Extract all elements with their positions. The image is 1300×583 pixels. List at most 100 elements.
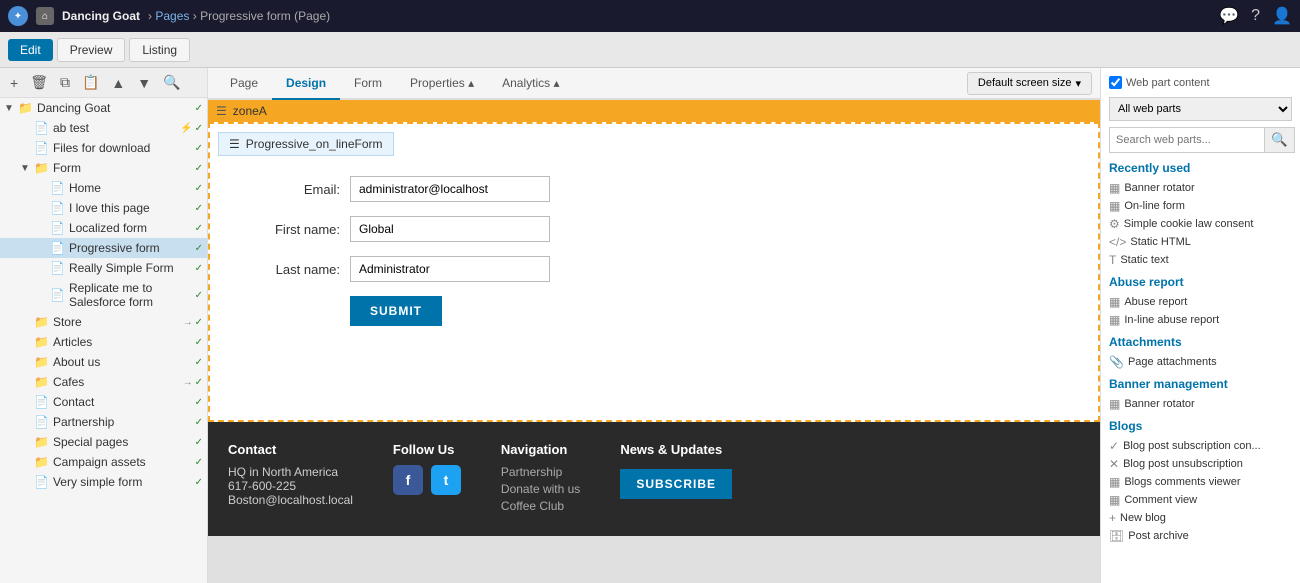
sidebar-item-label: Really Simple Form bbox=[69, 261, 193, 275]
footer-nav-coffee[interactable]: Coffee Club bbox=[501, 499, 580, 513]
sidebar-search-button[interactable]: 🔍 bbox=[159, 72, 184, 93]
top-bar: ✦ ⌂ Dancing Goat › Pages › Progressive f… bbox=[0, 0, 1300, 32]
sidebar-up-button[interactable]: ▲ bbox=[107, 73, 129, 93]
status-badge: ✓ bbox=[195, 203, 203, 214]
sidebar-item-campaign[interactable]: 📁 Campaign assets ✓ bbox=[0, 452, 207, 472]
webpart-page-attachments[interactable]: 📎 Page attachments bbox=[1109, 353, 1292, 371]
sidebar-item-store[interactable]: 📁 Store → ✓ bbox=[0, 312, 207, 332]
email-input[interactable] bbox=[350, 176, 550, 202]
twitter-icon[interactable]: t bbox=[431, 465, 461, 495]
sidebar-item-files[interactable]: 📄 Files for download ✓ bbox=[0, 138, 207, 158]
sidebar-item-progressive-form[interactable]: 📄 Progressive form ✓ bbox=[0, 238, 207, 258]
webpart-blog-unsubscription[interactable]: ✕ Blog post unsubscription bbox=[1109, 455, 1292, 473]
sidebar-item-cafes[interactable]: 📁 Cafes → ✓ bbox=[0, 372, 207, 392]
sidebar-item-articles[interactable]: 📁 Articles ✓ bbox=[0, 332, 207, 352]
sidebar-item-localized[interactable]: 📄 Localized form ✓ bbox=[0, 218, 207, 238]
breadcrumb-pages[interactable]: Pages bbox=[155, 9, 189, 23]
webpart-cookie-consent[interactable]: ⚙ Simple cookie law consent bbox=[1109, 215, 1292, 233]
webpart-comment-view[interactable]: ▦ Comment view bbox=[1109, 491, 1292, 509]
tab-analytics[interactable]: Analytics ▴ bbox=[488, 68, 573, 100]
sidebar-add-button[interactable]: + bbox=[6, 73, 22, 93]
status-badge: ✓ bbox=[195, 437, 203, 448]
webpart-blogs-comments[interactable]: ▦ Blogs comments viewer bbox=[1109, 473, 1292, 491]
layout-icon: ▦ bbox=[1109, 397, 1120, 411]
screen-size-button[interactable]: Default screen size ▾ bbox=[967, 72, 1092, 95]
zone-move-icon[interactable]: ☰ bbox=[216, 104, 227, 118]
webpart-banner-rotator-1[interactable]: ▦ Banner rotator bbox=[1109, 179, 1292, 197]
webpart-banner-rotator-2[interactable]: ▦ Banner rotator bbox=[1109, 395, 1292, 413]
sidebar-item-really-simple[interactable]: 📄 Really Simple Form ✓ bbox=[0, 258, 207, 278]
sidebar-item-contact[interactable]: 📄 Contact ✓ bbox=[0, 392, 207, 412]
sidebar-copy-button[interactable]: ⧉ bbox=[56, 72, 74, 93]
help-icon[interactable]: ? bbox=[1251, 7, 1260, 25]
widget-header[interactable]: ☰ Progressive_on_lineForm bbox=[218, 132, 394, 156]
sidebar-item-label: Home bbox=[69, 181, 193, 195]
status-badge: ✓ bbox=[195, 457, 203, 468]
folder-icon: 📁 bbox=[34, 355, 49, 369]
layout-icon: ▦ bbox=[1109, 181, 1120, 195]
folder-icon: 📁 bbox=[34, 435, 49, 449]
sidebar-item-replicate[interactable]: 📄 Replicate me to Salesforce form ✓ bbox=[0, 278, 207, 312]
expand-icon: ▼ bbox=[20, 163, 32, 174]
page-icon: 📄 bbox=[50, 241, 65, 255]
center-content: Page Design Form Properties ▴ Analytics … bbox=[208, 68, 1100, 583]
webpart-abuse-report[interactable]: ▦ Abuse report bbox=[1109, 293, 1292, 311]
sidebar-item-form[interactable]: ▼ 📁 Form ✓ bbox=[0, 158, 207, 178]
webpart-static-text[interactable]: T Static text bbox=[1109, 251, 1292, 269]
webpart-post-archive[interactable]: 🗄 Post archive bbox=[1109, 527, 1292, 545]
webpart-label: Static HTML bbox=[1130, 236, 1191, 248]
sidebar-item-special[interactable]: 📁 Special pages ✓ bbox=[0, 432, 207, 452]
text-icon: T bbox=[1109, 253, 1116, 267]
search-input[interactable] bbox=[1109, 127, 1264, 153]
page-icon: 📄 bbox=[50, 181, 65, 195]
sidebar-paste-button[interactable]: 📋 bbox=[78, 72, 103, 93]
webpart-new-blog[interactable]: + New blog bbox=[1109, 509, 1292, 527]
sidebar-item-very-simple[interactable]: 📄 Very simple form ✓ bbox=[0, 472, 207, 492]
attachments-title: Attachments bbox=[1109, 335, 1292, 349]
sidebar-item-label: Very simple form bbox=[53, 475, 193, 489]
tab-design[interactable]: Design bbox=[272, 68, 340, 100]
sidebar-item-label: Articles bbox=[53, 335, 193, 349]
footer-nav-donate[interactable]: Donate with us bbox=[501, 482, 580, 496]
webpart-blog-subscription[interactable]: ✓ Blog post subscription con... bbox=[1109, 437, 1292, 455]
search-button[interactable]: 🔍 bbox=[1264, 127, 1295, 153]
edit-button[interactable]: Edit bbox=[8, 39, 53, 61]
home-icon[interactable]: ⌂ bbox=[36, 7, 54, 25]
tab-properties[interactable]: Properties ▴ bbox=[396, 68, 488, 100]
subscribe-button[interactable]: SUBSCRIBE bbox=[620, 469, 732, 499]
sidebar-item-i-love-this[interactable]: 📄 I love this page ✓ bbox=[0, 198, 207, 218]
submit-button[interactable]: SUBMIT bbox=[350, 296, 442, 326]
sidebar-delete-button[interactable]: 🗑 bbox=[26, 72, 52, 93]
webpart-content-checkbox[interactable] bbox=[1109, 76, 1122, 89]
tab-form[interactable]: Form bbox=[340, 68, 396, 100]
firstname-input[interactable] bbox=[350, 216, 550, 242]
footer-contact-title: Contact bbox=[228, 442, 353, 457]
chat-icon[interactable]: 💬 bbox=[1219, 6, 1239, 26]
sidebar-item-about-us[interactable]: 📁 About us ✓ bbox=[0, 352, 207, 372]
site-name: Dancing Goat bbox=[62, 9, 140, 23]
listing-button[interactable]: Listing bbox=[129, 38, 190, 62]
preview-button[interactable]: Preview bbox=[57, 38, 126, 62]
sidebar-item-home[interactable]: 📄 Home ✓ bbox=[0, 178, 207, 198]
sidebar-item-ab-test[interactable]: 📄 ab test ⚡ ✓ bbox=[0, 118, 207, 138]
lastname-input[interactable] bbox=[350, 256, 550, 282]
search-row: 🔍 bbox=[1109, 127, 1292, 153]
sidebar-item-dancing-goat[interactable]: ▼ 📁 Dancing Goat ✓ bbox=[0, 98, 207, 118]
footer-follow: Follow Us f t bbox=[393, 442, 461, 516]
tab-page[interactable]: Page bbox=[216, 68, 272, 100]
footer-nav-partnership[interactable]: Partnership bbox=[501, 465, 580, 479]
webpart-static-html[interactable]: </> Static HTML bbox=[1109, 233, 1292, 251]
webpart-online-form[interactable]: ▦ On-line form bbox=[1109, 197, 1292, 215]
status-badge: ✓ bbox=[195, 290, 203, 301]
webpart-inline-abuse[interactable]: ▦ In-line abuse report bbox=[1109, 311, 1292, 329]
sidebar-down-button[interactable]: ▼ bbox=[133, 73, 155, 93]
folder-icon: 📁 bbox=[34, 161, 49, 175]
sidebar-item-partnership[interactable]: 📄 Partnership ✓ bbox=[0, 412, 207, 432]
webpart-label: Post archive bbox=[1128, 530, 1189, 542]
webpart-label: In-line abuse report bbox=[1124, 314, 1219, 326]
facebook-icon[interactable]: f bbox=[393, 465, 423, 495]
webparts-dropdown[interactable]: All web parts bbox=[1109, 97, 1292, 121]
edit-toolbar: Edit Preview Listing bbox=[0, 32, 1300, 68]
status-badge: ✓ bbox=[195, 397, 203, 408]
user-icon[interactable]: 👤 bbox=[1272, 6, 1292, 26]
